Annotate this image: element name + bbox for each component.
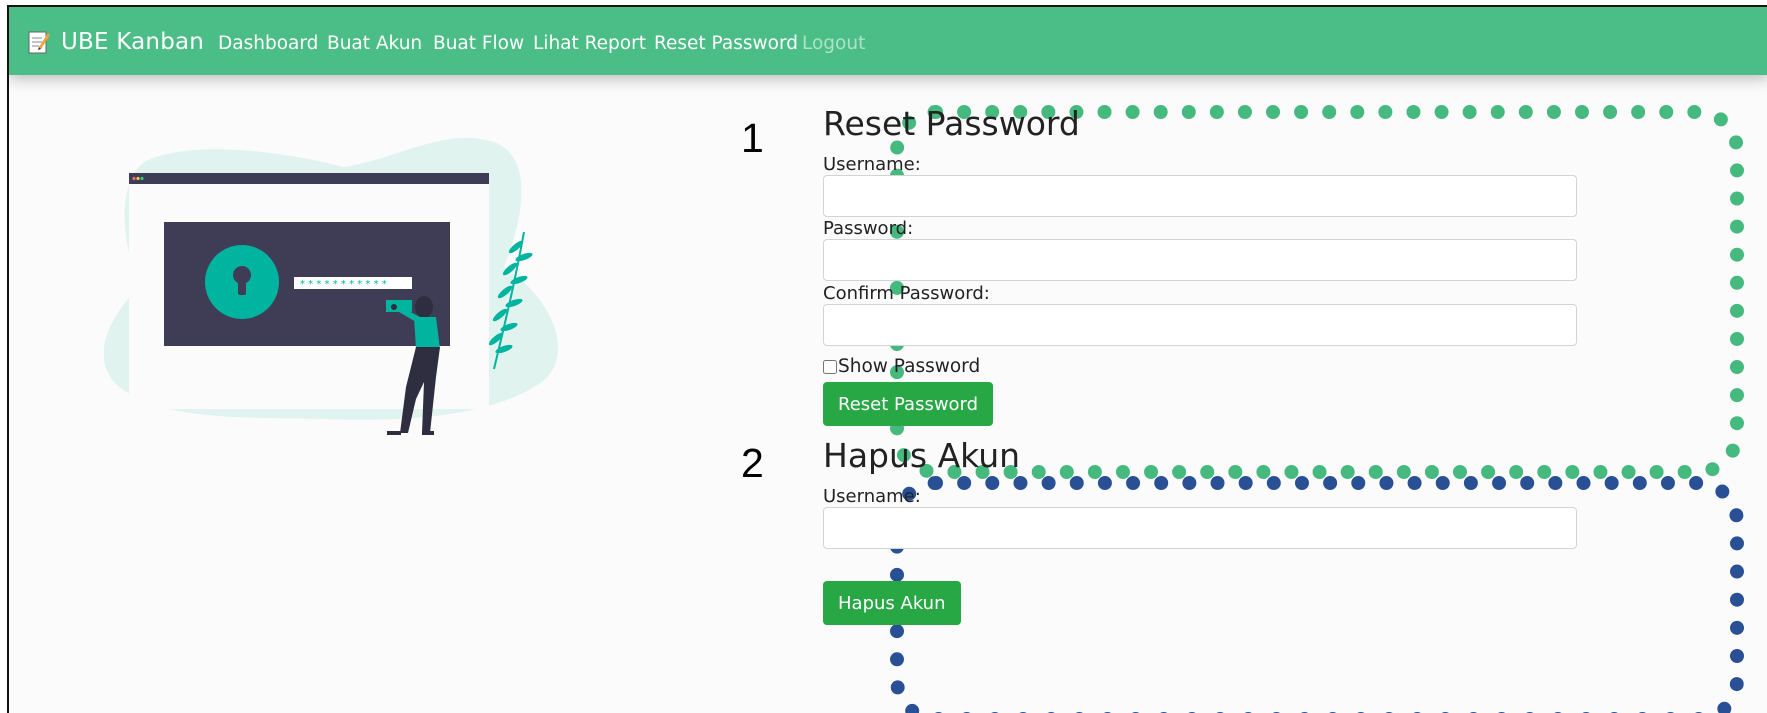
highlight-reset-section (890, 105, 1744, 479)
username-label: Username: (823, 154, 921, 175)
delete-username-label: Username: (823, 486, 921, 507)
password-illustration: * * * * * * * * * * * (104, 138, 558, 435)
confirm-password-input[interactable] (823, 304, 1577, 346)
password-input[interactable] (823, 239, 1577, 281)
svg-text:* * * * * * * * * * *: * * * * * * * * * * * (300, 279, 387, 290)
nav-lihat-report[interactable]: Lihat Report (533, 33, 646, 54)
show-password-checkbox[interactable] (823, 359, 837, 374)
memo-icon (28, 31, 50, 54)
navbar: UBE Kanban Dashboard Buat Akun Buat Flow… (9, 7, 1767, 75)
password-label: Password: (823, 218, 914, 239)
username-input[interactable] (823, 175, 1577, 217)
show-password-label: Show Password (838, 356, 981, 377)
delete-form-title: Hapus Akun (823, 436, 1021, 475)
nav-logout[interactable]: Logout (802, 33, 865, 54)
annotation-number-1: 1 (741, 115, 764, 161)
reset-form-title: Reset Password (823, 104, 1080, 143)
show-password-toggle[interactable]: Show Password (823, 356, 980, 377)
nav-reset-password[interactable]: Reset Password (654, 33, 798, 54)
delete-account-button[interactable]: Hapus Akun (823, 581, 961, 625)
confirm-password-label: Confirm Password: (823, 283, 990, 304)
reset-password-button[interactable]: Reset Password (823, 382, 994, 426)
brand-name: UBE Kanban (61, 29, 205, 55)
nav-dashboard[interactable]: Dashboard (218, 33, 318, 54)
app-window: UBE Kanban Dashboard Buat Akun Buat Flow… (7, 5, 1767, 713)
nav-buat-akun[interactable]: Buat Akun (327, 33, 422, 54)
brand[interactable]: UBE Kanban (27, 27, 204, 57)
delete-username-input[interactable] (823, 507, 1577, 549)
annotation-number-2: 2 (741, 440, 764, 486)
nav-buat-flow[interactable]: Buat Flow (433, 33, 524, 54)
